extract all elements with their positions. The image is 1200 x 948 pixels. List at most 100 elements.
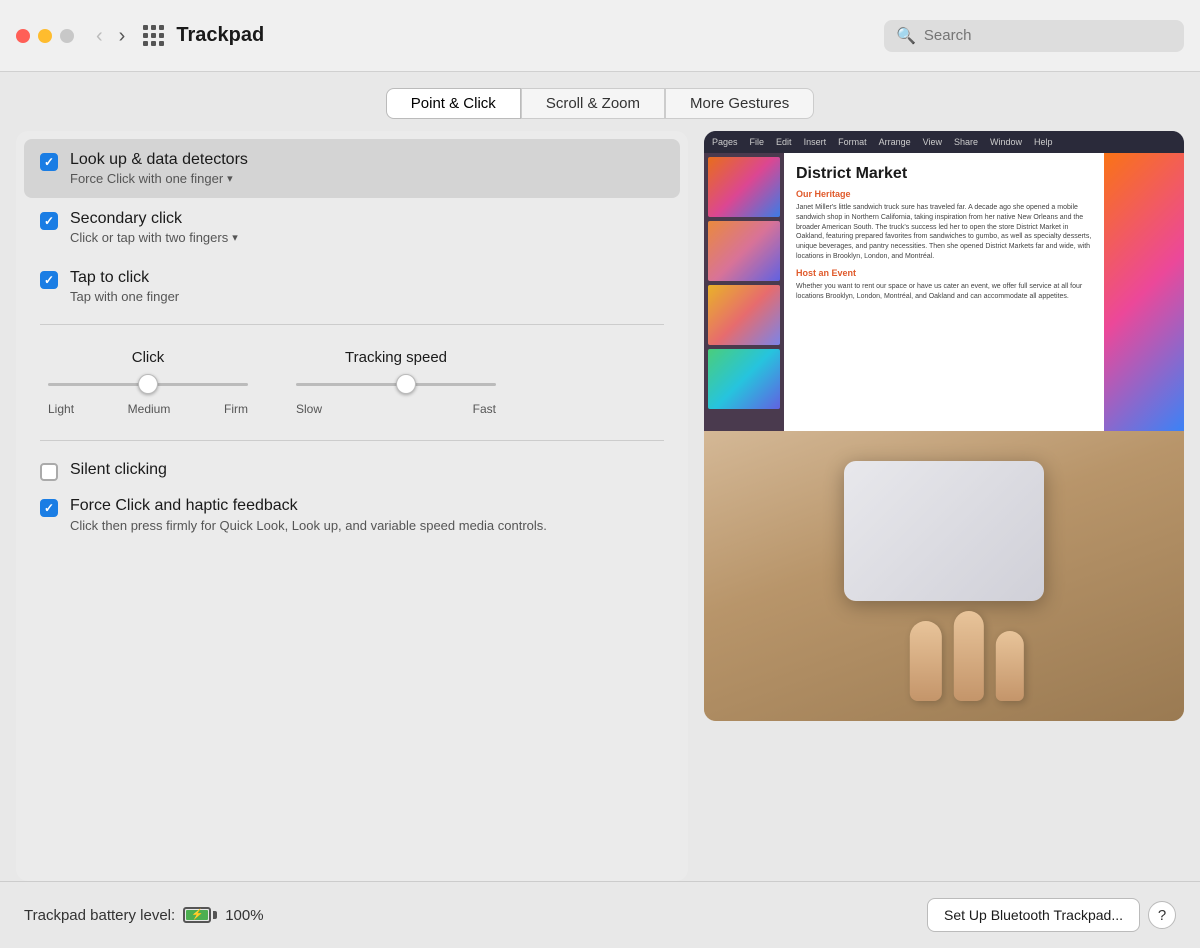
menu-pages: Pages — [712, 137, 738, 147]
pages-doc-host-text: Whether you want to rent our space or ha… — [796, 282, 1092, 302]
lookup-subtitle: Force Click with one finger ▾ — [70, 171, 248, 186]
tap-to-click-checkbox[interactable] — [40, 271, 58, 289]
search-bar[interactable]: 🔍 — [884, 20, 1184, 52]
secondary-click-text: Secondary click Click or tap with two fi… — [70, 210, 238, 245]
battery-tip — [213, 911, 217, 919]
battery-body: ⚡ — [183, 907, 211, 923]
tracking-slider-group: Tracking speed Slow Fast — [296, 349, 496, 416]
option-lookup: Look up & data detectors Force Click wit… — [24, 139, 680, 198]
sliders-section: Click Light Medium Firm Tracking speed — [24, 333, 680, 432]
trackpad-bg — [704, 431, 1184, 721]
menu-share: Share — [954, 137, 978, 147]
secondary-click-dropdown-arrow[interactable]: ▾ — [232, 231, 238, 244]
pages-doc-host: Host an Event — [796, 268, 1092, 278]
click-slider-group: Click Light Medium Firm — [48, 349, 248, 416]
tracking-slider-thumb[interactable] — [396, 374, 416, 394]
tracking-label-fast: Fast — [473, 402, 496, 416]
menu-window: Window — [990, 137, 1022, 147]
battery-bolt: ⚡ — [191, 910, 203, 921]
lookup-dropdown-arrow[interactable]: ▾ — [227, 172, 233, 185]
battery-icon: ⚡ — [183, 907, 217, 923]
main-content: Look up & data detectors Force Click wit… — [0, 131, 1200, 881]
pages-sidebar — [704, 153, 784, 431]
setup-bluetooth-button[interactable]: Set Up Bluetooth Trackpad... — [927, 898, 1140, 932]
tracking-slider-labels: Slow Fast — [296, 402, 496, 416]
pages-thumb-1[interactable] — [708, 157, 780, 217]
battery-info: Trackpad battery level: ⚡ 100% — [24, 907, 264, 924]
pages-doc-title: District Market — [796, 165, 1092, 183]
maximize-button[interactable] — [60, 29, 74, 43]
menu-arrange: Arrange — [879, 137, 911, 147]
click-slider-line — [48, 383, 248, 386]
apps-grid-icon[interactable] — [143, 25, 164, 46]
click-slider-thumb[interactable] — [138, 374, 158, 394]
silent-clicking-checkbox[interactable] — [40, 463, 58, 481]
pages-menu-bar: Pages File Edit Insert Format Arrange Vi… — [704, 131, 1184, 153]
divider-2 — [40, 440, 664, 441]
tracking-slider-label: Tracking speed — [345, 349, 447, 366]
close-button[interactable] — [16, 29, 30, 43]
tab-bar: Point & Click Scroll & Zoom More Gesture… — [0, 72, 1200, 131]
silent-clicking-title: Silent clicking — [70, 461, 167, 479]
finger-3 — [996, 631, 1024, 701]
option-force-click: Force Click and haptic feedback Click th… — [40, 493, 664, 539]
click-label-medium: Medium — [128, 402, 171, 416]
right-panel: Pages File Edit Insert Format Arrange Vi… — [704, 131, 1184, 881]
divider-1 — [40, 324, 664, 325]
menu-help: Help — [1034, 137, 1053, 147]
tab-more-gestures[interactable]: More Gestures — [665, 88, 814, 119]
pages-doc-subtitle: Our Heritage — [796, 189, 1092, 199]
force-click-text: Force Click and haptic feedback Click th… — [70, 497, 547, 535]
tab-point-click[interactable]: Point & Click — [386, 88, 521, 119]
lookup-checkbox[interactable] — [40, 153, 58, 171]
nav-arrows: ‹ › — [90, 24, 131, 48]
menu-format: Format — [838, 137, 867, 147]
back-button[interactable]: ‹ — [90, 24, 109, 48]
pages-content-area: District Market Our Heritage Janet Mille… — [704, 153, 1184, 431]
search-input[interactable] — [924, 27, 1172, 44]
pages-thumb-2[interactable] — [708, 221, 780, 281]
search-icon: 🔍 — [896, 26, 916, 46]
tracking-slider-line — [296, 383, 496, 386]
option-silent-clicking: Silent clicking — [40, 457, 664, 485]
secondary-click-checkbox[interactable] — [40, 212, 58, 230]
force-click-title: Force Click and haptic feedback — [70, 497, 547, 515]
secondary-click-title: Secondary click — [70, 210, 238, 228]
click-slider-track[interactable] — [48, 374, 248, 394]
finger-1 — [910, 621, 942, 701]
silent-clicking-text: Silent clicking — [70, 461, 167, 479]
titlebar: ‹ › Trackpad 🔍 — [0, 0, 1200, 72]
tap-to-click-subtitle: Tap with one finger — [70, 289, 179, 304]
menu-insert: Insert — [804, 137, 827, 147]
lookup-text: Look up & data detectors Force Click wit… — [70, 151, 248, 186]
pages-thumb-4[interactable] — [708, 349, 780, 409]
secondary-click-subtitle: Click or tap with two fingers ▾ — [70, 230, 238, 245]
trackpad-section — [704, 431, 1184, 721]
tap-to-click-title: Tap to click — [70, 269, 179, 287]
tab-scroll-zoom[interactable]: Scroll & Zoom — [521, 88, 665, 119]
click-label-firm: Firm — [224, 402, 248, 416]
help-button[interactable]: ? — [1148, 901, 1176, 929]
battery-label: Trackpad battery level: — [24, 907, 175, 924]
left-panel: Look up & data detectors Force Click wit… — [16, 131, 688, 881]
click-label-light: Light — [48, 402, 74, 416]
tap-to-click-text: Tap to click Tap with one finger — [70, 269, 179, 304]
force-click-description: Click then press firmly for Quick Look, … — [70, 517, 547, 535]
forward-button[interactable]: › — [113, 24, 132, 48]
pages-thumb-3[interactable] — [708, 285, 780, 345]
menu-view: View — [923, 137, 942, 147]
click-slider-labels: Light Medium Firm — [48, 402, 248, 416]
tracking-slider-track[interactable] — [296, 374, 496, 394]
sliders-row: Click Light Medium Firm Tracking speed — [48, 349, 656, 416]
battery-percent: 100% — [225, 907, 263, 924]
trackpad-device — [844, 461, 1044, 601]
click-slider-label: Click — [132, 349, 165, 366]
bottom-options: Silent clicking Force Click and haptic f… — [24, 449, 680, 547]
option-tap-to-click: Tap to click Tap with one finger — [24, 257, 680, 316]
minimize-button[interactable] — [38, 29, 52, 43]
pages-preview: Pages File Edit Insert Format Arrange Vi… — [704, 131, 1184, 431]
pages-doc-text: Janet Miller's little sandwich truck sur… — [796, 203, 1092, 262]
force-click-checkbox[interactable] — [40, 499, 58, 517]
footer: Trackpad battery level: ⚡ 100% Set Up Bl… — [0, 881, 1200, 948]
footer-right: Set Up Bluetooth Trackpad... ? — [927, 898, 1176, 932]
